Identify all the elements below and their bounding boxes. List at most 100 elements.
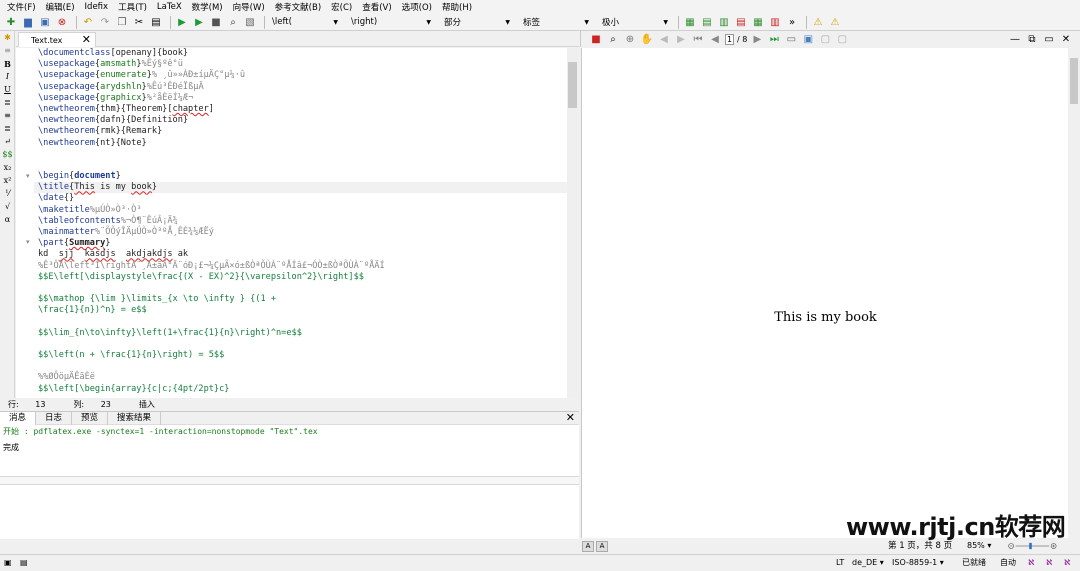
font-larger-icon[interactable]: A [596, 540, 608, 552]
newline-icon[interactable]: ↵ [1, 136, 14, 147]
chevron-down-icon: ▼ [333, 18, 338, 26]
left-delimiter-select[interactable]: \left(▼ [269, 16, 341, 29]
fraction-icon[interactable]: ⅟ [1, 188, 14, 199]
undo-icon[interactable]: ↶ [81, 16, 95, 29]
table-remove-icon[interactable]: ▤ [734, 16, 748, 29]
table-row-icon[interactable]: ▤ [700, 16, 714, 29]
menu-options[interactable]: 选项(O) [397, 1, 437, 13]
zoom-icon[interactable]: ⊕ [623, 33, 637, 46]
copy-icon[interactable]: ❐ [115, 16, 129, 29]
tab-log[interactable]: 日志 [36, 411, 73, 425]
editor-scrollbar[interactable] [567, 48, 578, 398]
align-center-icon[interactable]: ≡ [1, 110, 14, 121]
save-icon[interactable]: ▣ [38, 16, 52, 29]
code-editor[interactable]: \documentclass[openany]{book} \usepackag… [34, 48, 567, 398]
prev-page-icon[interactable]: ◀ [708, 33, 722, 46]
maximize-icon[interactable]: ▭ [1042, 33, 1056, 46]
more-icon[interactable]: » [785, 16, 799, 29]
right-delimiter-select[interactable]: \right) ▼ [348, 16, 434, 29]
find-icon[interactable]: ⌕ [606, 33, 620, 46]
subscript-icon[interactable]: x₂ [1, 162, 14, 173]
menu-edit[interactable]: 编辑(E) [41, 1, 80, 13]
fit-width-icon[interactable]: ▭ [784, 33, 798, 46]
encoding-select[interactable]: ISO-8859-1 ▾ [892, 555, 944, 571]
menu-help[interactable]: 帮助(H) [437, 1, 477, 13]
language-select[interactable]: de_DE ▾ [852, 555, 884, 571]
menu-macros[interactable]: 宏(C) [326, 1, 357, 13]
fold-icon[interactable]: ▾ [26, 172, 30, 180]
bold-icon[interactable]: B [1, 58, 14, 69]
paste-icon[interactable]: ▤ [149, 16, 163, 29]
restore-icon[interactable]: ⧉ [1025, 33, 1039, 46]
next-page-icon[interactable]: ▶ [750, 33, 764, 46]
insert-mode[interactable]: 插入 [139, 399, 155, 410]
close-icon[interactable]: ✕ [82, 33, 91, 47]
tab-preview[interactable]: 预览 [72, 411, 109, 425]
build-icon[interactable]: ▶ [192, 16, 206, 29]
new-file-icon[interactable]: ✚ [4, 16, 18, 29]
menu-bibliography[interactable]: 参考文献(B) [270, 1, 326, 13]
sqrt-icon[interactable]: √ [1, 201, 14, 212]
zoom-slider[interactable] [1008, 541, 1058, 551]
table-col-icon[interactable]: ▥ [717, 16, 731, 29]
menu-latex[interactable]: LaTeX [152, 2, 187, 12]
pdf-scrollbar[interactable] [1068, 48, 1080, 538]
compile-run-icon[interactable]: ▶ [175, 16, 189, 29]
close-icon[interactable]: ✕ [566, 412, 575, 424]
bookmark-icon[interactable]: ✱ [1, 32, 14, 43]
italic-icon[interactable]: I [1, 71, 14, 82]
close-icon[interactable]: ✕ [1059, 33, 1073, 46]
tab-search-results[interactable]: 搜索结果 [108, 411, 162, 425]
fit-page-alt-icon[interactable]: ▢ [818, 33, 832, 46]
menu-math[interactable]: 数学(M) [187, 1, 228, 13]
fit-page-icon[interactable]: ▣ [801, 33, 815, 46]
label-select[interactable]: 标签 ▼ [520, 16, 592, 29]
table-delete-col-icon[interactable]: ▦ [751, 16, 765, 29]
last-page-icon[interactable]: ⏭ [767, 33, 781, 46]
tab-text-tex[interactable]: Text.tex ✕ [18, 32, 96, 47]
panel-toggle-icon[interactable]: ▣ [4, 555, 12, 571]
view-pdf-icon[interactable]: ⌕ [226, 16, 240, 29]
minimize-icon[interactable]: — [1008, 33, 1022, 46]
table-icon[interactable]: ▦ [683, 16, 697, 29]
menu-view[interactable]: 查看(V) [357, 1, 396, 13]
font-smaller-icon[interactable]: A [582, 540, 594, 552]
menu-idefix[interactable]: Idefix [80, 2, 114, 12]
error-icon[interactable]: ⚠ [828, 16, 842, 29]
pdf-page[interactable]: This is my book [581, 48, 1068, 538]
forward-icon[interactable]: ▶ [674, 33, 688, 46]
stop-icon[interactable]: ■ [209, 16, 223, 29]
first-page-icon[interactable]: ⏮ [691, 33, 705, 46]
underline-icon[interactable]: U [1, 84, 14, 95]
align-right-icon[interactable]: ≣ [1, 123, 14, 134]
math-dollar-icon[interactable]: $$ [1, 149, 14, 160]
warning-icon[interactable]: ⚠ [811, 16, 825, 29]
part-select[interactable]: 部分 ▼ [441, 16, 513, 29]
superscript-icon[interactable]: x² [1, 175, 14, 186]
pdf-bookmark-icon[interactable]: ■ [589, 33, 603, 46]
align-left-icon[interactable]: ≣ [1, 97, 14, 108]
greek-icon[interactable]: α [1, 214, 14, 225]
structure-icon[interactable]: ≡ [1, 45, 14, 56]
tab-messages[interactable]: 消息 [0, 411, 37, 425]
menu-file[interactable]: 文件(F) [2, 1, 41, 13]
menu-tools[interactable]: 工具(T) [113, 1, 152, 13]
scrollbar-thumb[interactable] [1070, 58, 1078, 104]
open-file-icon[interactable]: ▆ [21, 16, 35, 29]
menu-wizards[interactable]: 向导(W) [228, 1, 270, 13]
table-delete-icon[interactable]: ▥ [768, 16, 782, 29]
close-file-icon[interactable]: ⊗ [55, 16, 69, 29]
log-icon[interactable]: ▧ [243, 16, 257, 29]
page-number-input[interactable]: 1 [725, 33, 734, 45]
continuous-icon[interactable]: ▢ [835, 33, 849, 46]
cut-icon[interactable]: ✂ [132, 16, 146, 29]
hand-icon[interactable]: ✋ [640, 33, 654, 46]
back-icon[interactable]: ◀ [657, 33, 671, 46]
size-select[interactable]: 极小 ▼ [599, 16, 671, 29]
spellcheck-icon[interactable]: LT [836, 555, 844, 571]
scrollbar-thumb[interactable] [568, 62, 577, 108]
fold-icon[interactable]: ▾ [26, 238, 30, 246]
panel-toggle-icon[interactable]: ▤ [20, 555, 28, 571]
redo-icon[interactable]: ↷ [98, 16, 112, 29]
